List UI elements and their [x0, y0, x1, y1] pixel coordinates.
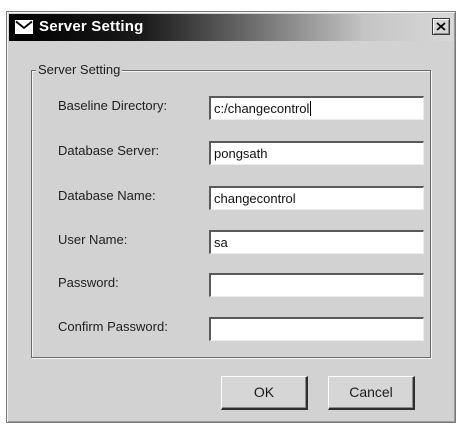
database-server-input[interactable]: pongsath	[209, 141, 424, 165]
title-bar[interactable]: Server Setting	[9, 14, 453, 41]
cancel-button[interactable]: Cancel	[328, 376, 415, 410]
ok-button[interactable]: OK	[221, 376, 308, 410]
envelope-icon	[15, 20, 33, 34]
window-title: Server Setting	[39, 18, 144, 35]
database-server-value: pongsath	[214, 146, 268, 161]
user-name-label: User Name:	[58, 232, 128, 247]
database-name-input[interactable]: changecontrol	[209, 186, 424, 210]
group-legend: Server Setting	[36, 62, 123, 78]
close-icon	[436, 22, 446, 31]
user-name-value: sa	[214, 235, 228, 250]
database-server-label: Database Server:	[58, 143, 160, 158]
confirm-password-input[interactable]	[209, 317, 424, 341]
confirm-password-label: Confirm Password:	[58, 319, 168, 334]
database-name-label: Database Name:	[58, 188, 156, 203]
baseline-directory-label: Baseline Directory:	[58, 98, 168, 113]
baseline-directory-input[interactable]: c:/changecontrol	[209, 96, 424, 120]
baseline-directory-value: c:/changecontrol	[214, 101, 310, 116]
database-name-value: changecontrol	[214, 191, 296, 206]
close-button[interactable]	[432, 18, 450, 35]
password-label: Password:	[58, 275, 119, 290]
user-name-input[interactable]: sa	[209, 230, 424, 254]
text-caret	[310, 101, 312, 116]
password-input[interactable]	[209, 273, 424, 297]
